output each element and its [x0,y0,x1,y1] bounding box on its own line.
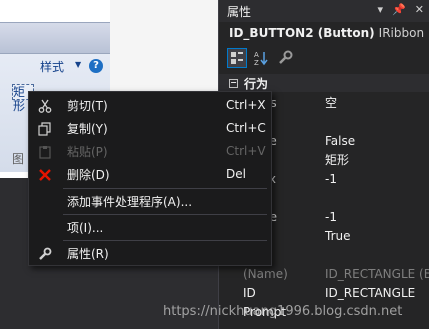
svg-text:A: A [254,51,259,59]
help-icon[interactable]: ? [89,59,103,73]
properties-header: 属性 ▾ 📌 ✕ [219,0,429,22]
scissors-icon [37,98,53,114]
property-pages-wrench-icon[interactable] [275,48,295,68]
property-row[interactable]: (Name) ID_RECTANGLE (B [219,264,429,283]
alphabetical-sort-icon[interactable]: AZ [251,48,271,68]
style-menu-label[interactable]: 样式 [40,58,64,75]
copy-icon [37,121,53,137]
paste-icon [37,144,53,160]
object-type: IRibbon [378,26,425,40]
context-menu: 剪切(T) Ctrl+X 复制(Y) Ctrl+C 粘贴(P) Ctrl+V 删… [28,91,272,266]
properties-toolbar: AZ [219,44,429,72]
properties-title: 属性 [227,4,252,19]
svg-text:Z: Z [254,59,259,66]
category-behavior[interactable]: − 行为 [219,74,429,92]
wrench-icon [37,246,53,262]
menu-separator [63,214,267,215]
categorized-view-icon[interactable] [227,48,247,68]
menu-separator [63,188,267,189]
dropdown-arrow-icon[interactable]: ▾ [378,3,384,16]
ribbon-group-label: 图 [12,152,25,166]
ribbon-tab-bar [0,22,110,54]
menu-item-delete[interactable]: 删除(D) Del [29,163,271,185]
pin-icon[interactable]: 📌 [392,3,406,16]
menu-separator [63,240,267,241]
menu-item-properties[interactable]: 属性(R) [29,242,271,264]
watermark-text: https://nickhuang1996.blog.csdn.net [163,304,403,319]
close-icon[interactable]: ✕ [415,3,424,16]
delete-x-icon [37,167,53,183]
object-name: ID_BUTTON2 (Button) [229,26,375,40]
style-dropdown-arrow-icon[interactable]: ▼ [75,60,81,69]
menu-item-add-event-handler[interactable]: 添加事件处理程序(A)... [29,190,271,212]
object-selector[interactable]: ID_BUTTON2 (Button) IRibbon [219,22,429,44]
menu-item-copy[interactable]: 复制(Y) Ctrl+C [29,117,271,139]
menu-item-paste[interactable]: 粘贴(P) Ctrl+V [29,140,271,162]
collapse-icon[interactable]: − [229,78,238,88]
menu-item-cut[interactable]: 剪切(T) Ctrl+X [29,94,271,116]
property-row[interactable]: ID ID_RECTANGLE [219,283,429,302]
menu-item-items[interactable]: 项(I)... [29,216,271,238]
